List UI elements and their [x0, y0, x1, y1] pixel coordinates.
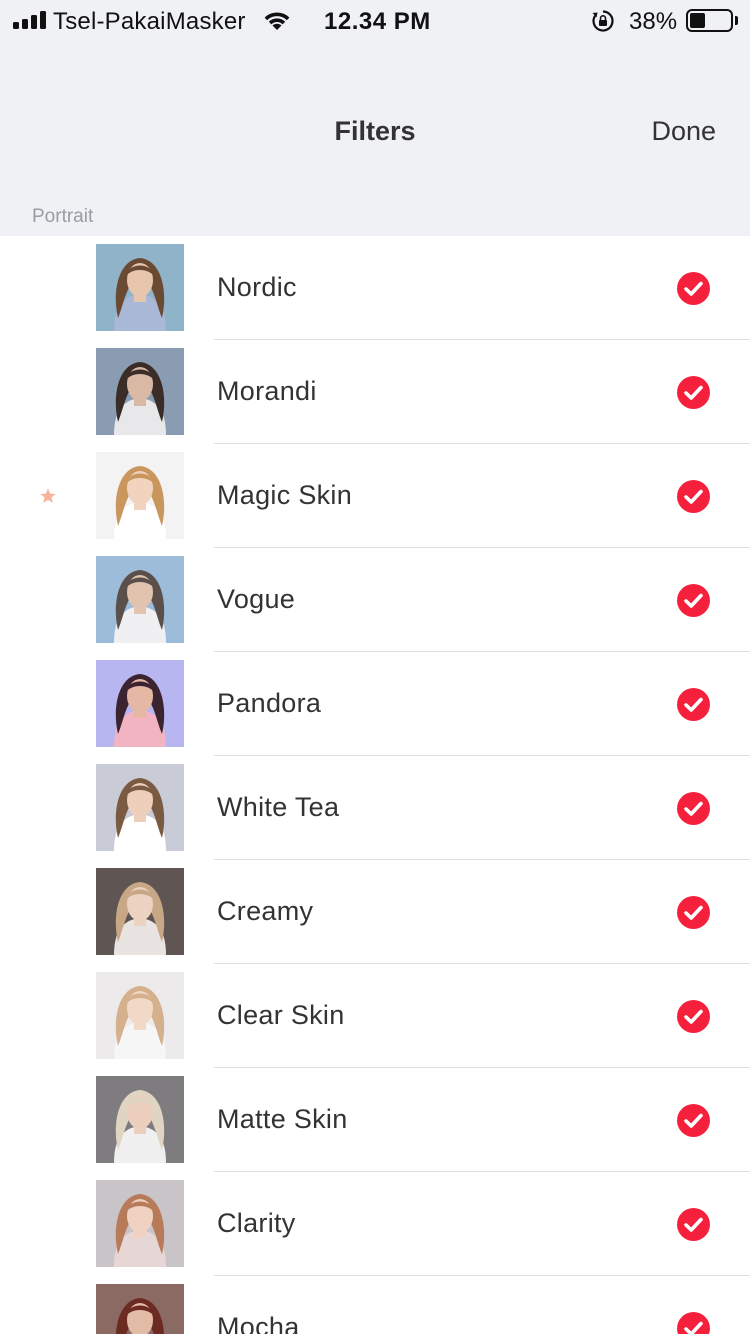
- filter-name: Creamy: [217, 896, 314, 926]
- battery-level: [690, 13, 705, 28]
- filter-name: Morandi: [217, 376, 317, 406]
- filter-row[interactable]: Morandi: [0, 340, 750, 444]
- filter-thumbnail: [96, 556, 184, 643]
- checkmark-icon[interactable]: [677, 376, 710, 409]
- carrier-name: Tsel-PakaiMasker: [53, 8, 246, 35]
- checkmark-icon[interactable]: [677, 688, 710, 721]
- status-bar: Tsel-PakaiMasker 12.34 PM 38%: [0, 0, 750, 42]
- filter-name: White Tea: [217, 792, 340, 822]
- star-icon: [38, 486, 58, 506]
- checkmark-icon[interactable]: [677, 1208, 710, 1241]
- battery-cap: [735, 16, 738, 25]
- filter-name: Mocha: [217, 1312, 300, 1334]
- filter-row[interactable]: Clear Skin: [0, 964, 750, 1068]
- wifi-icon: [262, 9, 292, 36]
- filter-row[interactable]: Matte Skin: [0, 1068, 750, 1172]
- filter-name: Vogue: [217, 584, 296, 614]
- battery-percent: 38%: [629, 8, 678, 35]
- battery-icon: [686, 9, 733, 32]
- rotation-lock-icon: [591, 9, 615, 38]
- checkmark-icon[interactable]: [677, 272, 710, 305]
- done-button[interactable]: Done: [651, 116, 716, 147]
- checkmark-icon[interactable]: [677, 896, 710, 929]
- checkmark-icon[interactable]: [677, 480, 710, 513]
- checkmark-icon[interactable]: [677, 792, 710, 825]
- filter-row[interactable]: Creamy: [0, 860, 750, 964]
- checkmark-icon[interactable]: [677, 1000, 710, 1033]
- filter-thumbnail: [96, 764, 184, 851]
- signal-bars-icon: [13, 11, 47, 29]
- filter-row[interactable]: Magic Skin: [0, 444, 750, 548]
- filter-row[interactable]: White Tea: [0, 756, 750, 860]
- filter-thumbnail: [96, 348, 184, 435]
- filter-thumbnail: [96, 452, 184, 539]
- filter-name: Nordic: [217, 272, 297, 302]
- checkmark-icon[interactable]: [677, 584, 710, 617]
- filter-thumbnail: [96, 244, 184, 331]
- filter-row[interactable]: Clarity: [0, 1172, 750, 1276]
- section-header-portrait: Portrait: [32, 206, 94, 227]
- filter-thumbnail: [96, 868, 184, 955]
- filter-row[interactable]: Mocha: [0, 1276, 750, 1334]
- checkmark-icon[interactable]: [677, 1104, 710, 1137]
- filter-name: Clear Skin: [217, 1000, 345, 1030]
- filter-name: Pandora: [217, 688, 322, 718]
- page-title: Filters: [334, 116, 416, 146]
- filter-name: Magic Skin: [217, 480, 353, 510]
- nav-bar: Filters Done Portrait: [0, 42, 750, 236]
- filter-thumbnail: [96, 1180, 184, 1267]
- filter-row[interactable]: Nordic: [0, 236, 750, 340]
- filter-thumbnail: [96, 660, 184, 747]
- filter-thumbnail: [96, 1076, 184, 1163]
- filter-row[interactable]: Vogue: [0, 548, 750, 652]
- filter-thumbnail: [96, 972, 184, 1059]
- filter-thumbnail: [96, 1284, 184, 1334]
- filter-name: Clarity: [217, 1208, 296, 1238]
- filter-name: Matte Skin: [217, 1104, 348, 1134]
- filter-row[interactable]: Pandora: [0, 652, 750, 756]
- clock: 12.34 PM: [324, 8, 431, 35]
- filter-list: Nordic Morandi Magic Skin Vogue Pandora White…: [0, 236, 750, 1334]
- checkmark-icon[interactable]: [677, 1312, 710, 1334]
